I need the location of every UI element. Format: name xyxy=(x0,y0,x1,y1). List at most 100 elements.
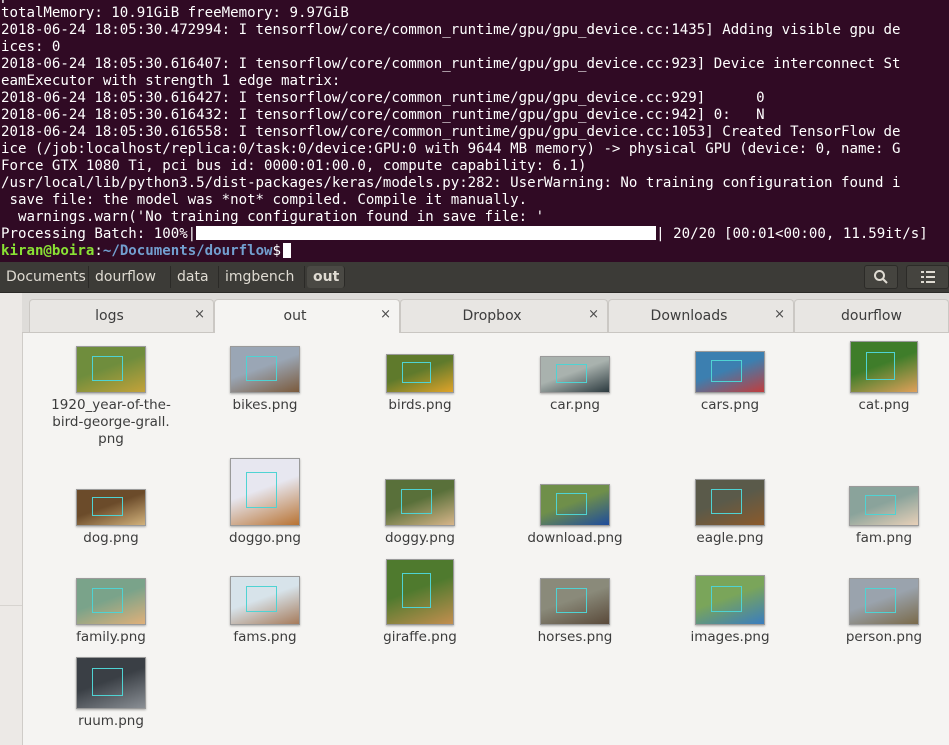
detection-box xyxy=(401,572,432,608)
detection-box xyxy=(91,356,123,381)
image-thumbnail xyxy=(386,354,454,393)
file-name: giraffe.png xyxy=(345,629,495,646)
detection-box xyxy=(710,360,742,382)
detection-box xyxy=(400,489,432,514)
tab-out[interactable]: out × xyxy=(214,299,400,333)
list-view-icon xyxy=(920,271,935,283)
progress-suffix: | 20/20 [00:01<00:00, 11.59it/s] xyxy=(656,226,928,242)
thumbnail-frame xyxy=(500,356,650,393)
terminal-line: save file: the model was *not* compiled.… xyxy=(1,192,528,208)
image-thumbnail xyxy=(695,575,765,625)
file-name: person.png xyxy=(809,629,949,646)
thumbnail-frame xyxy=(36,346,186,393)
search-button[interactable] xyxy=(864,265,898,289)
thumbnail-frame xyxy=(190,346,340,393)
thumbnail-frame xyxy=(809,486,949,526)
file-name: 1920_year-of-the-bird-george-grall. png xyxy=(36,397,186,448)
breadcrumb-imgbench[interactable]: imgbench xyxy=(219,266,305,288)
file-grid[interactable]: 1920_year-of-the-bird-george-grall. png bi… xyxy=(22,333,949,745)
file-name-line: fams.png xyxy=(233,629,297,645)
image-thumbnail xyxy=(76,346,146,393)
prompt-symbol: $ xyxy=(272,243,282,259)
file-name: cat.png xyxy=(809,397,949,414)
detection-box xyxy=(555,493,587,515)
thumbnail-frame xyxy=(655,351,805,393)
file-name-line: png xyxy=(98,431,124,447)
thumbnail-frame xyxy=(345,559,495,625)
thumbnail-frame xyxy=(655,479,805,526)
sidebar[interactable] xyxy=(0,293,23,745)
thumbnail-frame xyxy=(809,578,949,625)
file-name-line: 1920_year-of-the- xyxy=(51,397,171,413)
tab-logs[interactable]: logs × xyxy=(29,299,214,332)
sidebar-divider xyxy=(0,605,22,606)
detection-box xyxy=(91,497,123,517)
file-name-line: bikes.png xyxy=(232,397,298,413)
file-name-line: bird-george-grall. xyxy=(52,414,170,430)
thumbnail-frame xyxy=(809,341,949,393)
image-thumbnail xyxy=(695,351,765,393)
file-name-line: cat.png xyxy=(858,397,910,413)
image-thumbnail xyxy=(230,458,300,526)
thumbnail-frame xyxy=(500,484,650,526)
tab-dourflow[interactable]: dourflow xyxy=(794,299,949,332)
terminal-line: /usr/local/lib/python3.5/dist-packages/k… xyxy=(1,175,901,191)
detection-box xyxy=(865,352,896,380)
detection-box xyxy=(555,364,587,384)
tab-dropbox[interactable]: Dropbox × xyxy=(400,299,608,332)
file-name: images.png xyxy=(655,629,805,646)
file-name: doggo.png xyxy=(190,530,340,547)
detection-box xyxy=(91,668,123,696)
thumbnail-frame xyxy=(345,354,495,393)
close-icon[interactable]: × xyxy=(774,307,785,322)
breadcrumb-documents[interactable]: Documents xyxy=(0,266,89,288)
image-thumbnail xyxy=(76,489,146,526)
image-thumbnail xyxy=(695,479,765,526)
file-name-line: horses.png xyxy=(537,629,613,645)
shell-prompt[interactable]: kiran@boira:~/Documents/dourflow$ xyxy=(1,243,292,260)
tab-bar: logs × out × Dropbox × Downloads × dourflow xyxy=(22,293,949,333)
file-name-line: dog.png xyxy=(83,530,139,546)
progress-prefix: Processing Batch: 100%| xyxy=(1,226,197,242)
tab-label: Dropbox xyxy=(462,308,522,324)
breadcrumb-data[interactable]: data xyxy=(171,266,219,288)
terminal[interactable]: pciBusID: 0000:01:00.0totalMemory: 10.91… xyxy=(0,0,949,262)
terminal-line: 2018-06-24 18:05:30.616407: I tensorflow… xyxy=(1,56,901,72)
view-toggle-button[interactable] xyxy=(906,265,949,289)
detection-box xyxy=(245,356,277,381)
detection-box xyxy=(710,489,742,514)
file-name-line: download.png xyxy=(527,530,623,546)
tab-label: dourflow xyxy=(841,308,902,324)
breadcrumb-dourflow[interactable]: dourflow xyxy=(89,266,171,288)
image-thumbnail xyxy=(540,356,610,393)
detection-box xyxy=(245,472,277,509)
tab-downloads[interactable]: Downloads × xyxy=(608,299,794,332)
detection-box xyxy=(710,585,742,612)
detection-box xyxy=(91,588,123,613)
thumbnail-frame xyxy=(190,458,340,526)
close-icon[interactable]: × xyxy=(380,307,391,322)
thumbnail-frame xyxy=(655,575,805,625)
progress-bar xyxy=(196,226,657,240)
file-name: download.png xyxy=(500,530,650,547)
image-thumbnail xyxy=(850,341,918,393)
thumbnail-frame xyxy=(190,576,340,625)
close-icon[interactable]: × xyxy=(194,307,205,322)
file-name-line: family.png xyxy=(76,629,146,645)
file-name-line: cars.png xyxy=(700,397,760,413)
detection-box xyxy=(245,586,277,613)
close-icon[interactable]: × xyxy=(588,307,599,322)
detection-box xyxy=(401,362,432,383)
thumbnail-frame xyxy=(500,578,650,625)
tab-label: logs xyxy=(95,308,124,324)
terminal-line: 2018-06-24 18:05:30.616427: I tensorflow… xyxy=(1,90,765,106)
file-name: cars.png xyxy=(655,397,805,414)
image-thumbnail xyxy=(76,657,146,709)
image-thumbnail xyxy=(540,578,610,625)
file-name-line: images.png xyxy=(690,629,770,645)
terminal-line: Force GTX 1080 Ti, pci bus id: 0000:01:0… xyxy=(1,158,587,174)
image-thumbnail xyxy=(386,559,454,625)
breadcrumb-out[interactable]: out xyxy=(307,266,345,288)
terminal-line: ices: 0 xyxy=(1,39,61,55)
terminal-cursor xyxy=(283,243,292,258)
